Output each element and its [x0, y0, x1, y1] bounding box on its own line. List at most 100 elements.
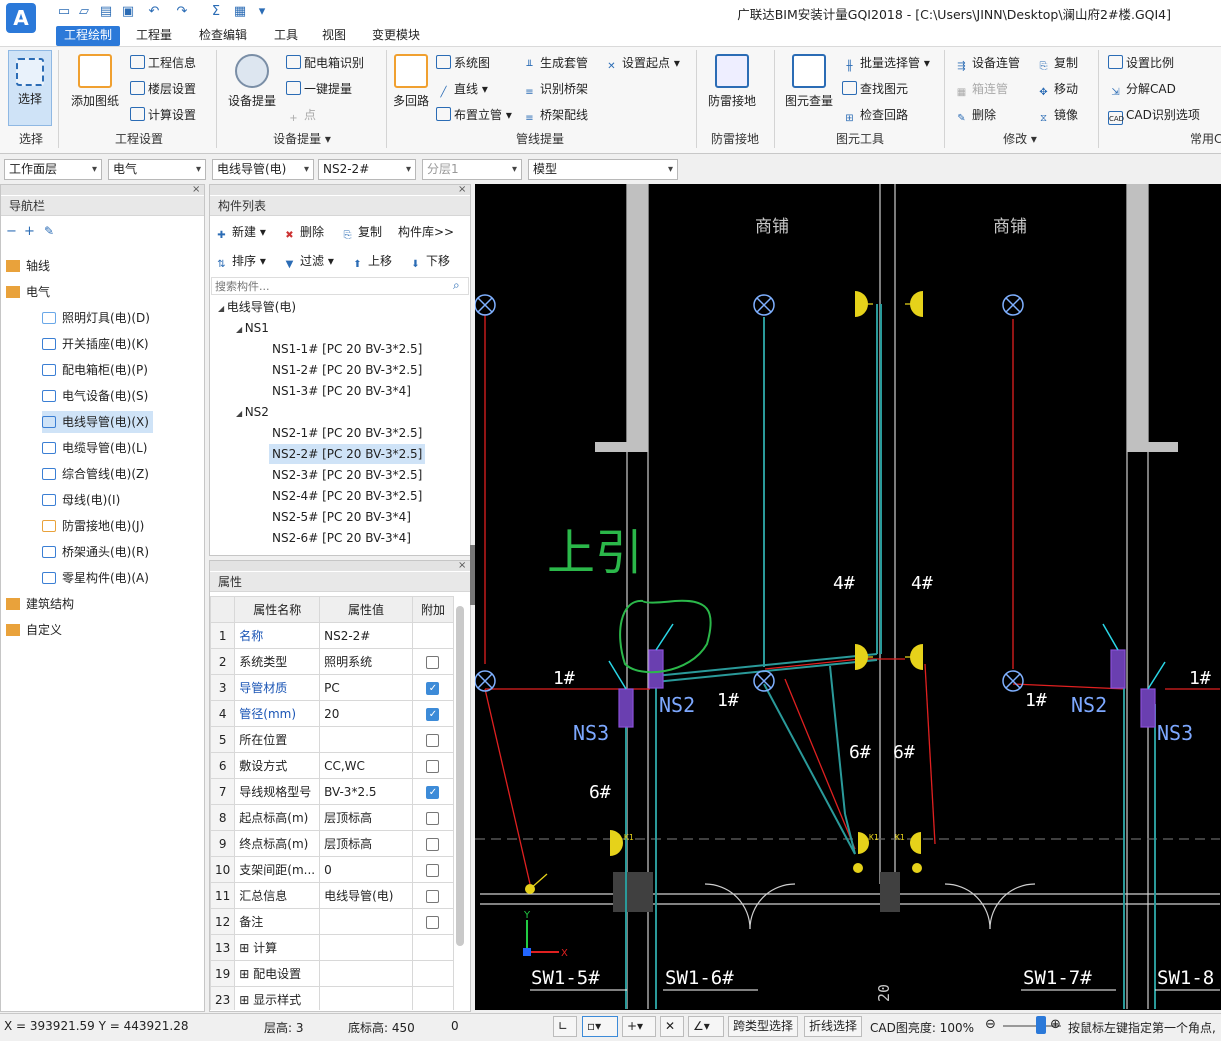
- space-select[interactable]: 模型: [528, 159, 678, 180]
- property-value[interactable]: 0: [319, 856, 413, 883]
- tab-change-module[interactable]: 变更模块: [364, 26, 428, 46]
- property-row[interactable]: 6 敷设方式 CC,WC: [210, 752, 454, 779]
- nav-item[interactable]: 电线导管(电)(X): [42, 411, 153, 433]
- component-tree-item[interactable]: NS2-6# [PC 20 BV-3*4]: [272, 528, 411, 548]
- properties-scrollbar[interactable]: [456, 606, 464, 946]
- property-value[interactable]: [319, 934, 413, 961]
- property-value[interactable]: 层顶标高: [319, 804, 413, 831]
- extra-checkbox[interactable]: ✓: [426, 681, 440, 695]
- component-tree-item[interactable]: ◢ NS2: [236, 402, 269, 422]
- nav-item[interactable]: 综合管线(电)(Z): [42, 463, 149, 485]
- project-info-button[interactable]: 工程信息: [130, 54, 196, 72]
- cross-icon[interactable]: ✕: [660, 1016, 684, 1037]
- move-button[interactable]: ✥ 移动: [1036, 80, 1078, 98]
- equip-extract-button[interactable]: 设备提量: [222, 54, 282, 109]
- property-value[interactable]: [319, 960, 413, 987]
- extra-checkbox[interactable]: [426, 655, 440, 669]
- extra-checkbox[interactable]: [426, 889, 440, 903]
- check-loop-button[interactable]: ⊞ 检查回路: [842, 106, 908, 124]
- cad-canvas[interactable]: 上引 商铺 商铺 NS2 NS3 NS2 NS3 1# 1# 1# 1# 4# …: [475, 184, 1221, 1010]
- extra-checkbox[interactable]: [426, 915, 440, 929]
- property-value[interactable]: BV-3*2.5: [319, 778, 413, 805]
- bim-icon[interactable]: ▣: [120, 4, 136, 20]
- extra-checkbox[interactable]: [426, 759, 440, 773]
- set-scale-button[interactable]: 设置比例: [1108, 54, 1174, 72]
- expand-all-icon[interactable]: +: [24, 224, 35, 239]
- component-tree-item[interactable]: NS1-1# [PC 20 BV-3*2.5]: [272, 339, 422, 359]
- quick-access-dropdown-icon[interactable]: ▾: [254, 4, 270, 20]
- property-row[interactable]: 8 起点标高(m) 层顶标高: [210, 804, 454, 831]
- snap-toggle-icon[interactable]: ▫▾: [582, 1016, 618, 1037]
- tab-check-edit[interactable]: 检查编辑: [191, 26, 255, 46]
- calc-settings-button[interactable]: 计算设置: [130, 106, 196, 124]
- sum-icon[interactable]: Σ: [208, 4, 224, 20]
- move-up-button[interactable]: ⬆ 上移: [350, 252, 392, 270]
- gen-sleeve-button[interactable]: ╨ 生成套管: [522, 54, 588, 72]
- delete-button[interactable]: ✎ 删除: [954, 106, 996, 124]
- expand-plus-icon[interactable]: ⊞: [239, 941, 253, 955]
- component-tree-item[interactable]: ◢ 电线导管(电): [218, 297, 296, 317]
- sort-button[interactable]: ⇅ 排序 ▾: [214, 252, 266, 270]
- split-cad-button[interactable]: ⇲ 分解CAD: [1108, 80, 1176, 98]
- component-tree-item[interactable]: NS1-2# [PC 20 BV-3*2.5]: [272, 360, 422, 380]
- add-drawing-button[interactable]: 添加图纸: [64, 54, 126, 109]
- nav-item[interactable]: 母线(电)(I): [42, 489, 120, 511]
- property-row[interactable]: 3 导管材质 PC ✓: [210, 674, 454, 701]
- expand-plus-icon[interactable]: ⊞: [239, 993, 253, 1007]
- copy-component-button[interactable]: ⎘ 复制: [340, 223, 383, 241]
- extra-checkbox[interactable]: [426, 733, 440, 747]
- redo-icon[interactable]: ↷: [174, 4, 190, 20]
- property-value[interactable]: 电线导管(电): [319, 882, 413, 909]
- tab-project-drawing[interactable]: 工程绘制: [56, 26, 121, 46]
- find-element-button[interactable]: 查找图元: [842, 80, 908, 98]
- properties-close-icon[interactable]: ×: [458, 560, 466, 571]
- property-row[interactable]: 10 支架间距(m... 0: [210, 856, 454, 883]
- point-snap-icon[interactable]: +▾: [622, 1016, 656, 1037]
- component-tree-item[interactable]: NS2-1# [PC 20 BV-3*2.5]: [272, 423, 422, 443]
- expand-arrow-icon[interactable]: ◢: [236, 409, 245, 418]
- property-row[interactable]: 9 终点标高(m) 层顶标高: [210, 830, 454, 857]
- property-value[interactable]: 20: [319, 700, 413, 727]
- nav-item[interactable]: 电缆导管(电)(L): [42, 437, 147, 459]
- nav-item[interactable]: 轴线: [6, 255, 50, 277]
- property-value[interactable]: [319, 908, 413, 935]
- property-row[interactable]: 1 名称 NS2-2#: [210, 622, 454, 649]
- search-icon[interactable]: ⌕: [453, 278, 460, 293]
- property-row[interactable]: 4 管径(mm) 20 ✓: [210, 700, 454, 727]
- filter-button[interactable]: ▼ 过滤 ▾: [282, 252, 334, 270]
- nav-close-icon[interactable]: ×: [192, 184, 200, 195]
- nav-item[interactable]: 开关插座(电)(K): [42, 333, 149, 355]
- property-value[interactable]: CC,WC: [319, 752, 413, 779]
- copy-button[interactable]: ⎘ 复制: [1036, 54, 1079, 72]
- property-value[interactable]: PC: [319, 674, 413, 701]
- equip-connect-button[interactable]: ⇶ 设备连管: [954, 54, 1020, 72]
- point-button[interactable]: + 点: [286, 106, 316, 124]
- property-row[interactable]: 23 ⊞ 显示样式: [210, 986, 454, 1010]
- ortho-toggle-icon[interactable]: ∟: [553, 1016, 577, 1037]
- element-query-button[interactable]: 图元查量: [780, 54, 838, 109]
- cross-type-select-button[interactable]: 跨类型选择: [728, 1016, 799, 1037]
- lightning-button[interactable]: 防雷接地: [702, 54, 762, 109]
- tab-tools[interactable]: 工具: [266, 26, 306, 46]
- straight-line-button[interactable]: ╱ 直线 ▾: [436, 80, 487, 98]
- box-recognize-button[interactable]: 配电箱识别: [286, 54, 364, 72]
- polyline-select-button[interactable]: 折线选择: [804, 1016, 863, 1037]
- nav-item[interactable]: 照明灯具(电)(D): [42, 307, 150, 329]
- extra-checkbox[interactable]: ✓: [426, 785, 440, 799]
- component-search-input[interactable]: [211, 277, 469, 295]
- extra-checkbox[interactable]: [426, 811, 440, 825]
- splitter-handle[interactable]: [470, 545, 475, 605]
- cad-drawing[interactable]: 上引 商铺 商铺 NS2 NS3 NS2 NS3 1# 1# 1# 1# 4# …: [475, 184, 1221, 1010]
- vertical-pipe-button[interactable]: 布置立管 ▾: [436, 106, 512, 124]
- component-tree-item[interactable]: ◢ NS1: [236, 318, 269, 338]
- nav-item[interactable]: 桥架通头(电)(R): [42, 541, 149, 563]
- extra-checkbox[interactable]: [426, 837, 440, 851]
- property-row[interactable]: 19 ⊞ 配电设置: [210, 960, 454, 987]
- batch-select-pipe-button[interactable]: ╫ 批量选择管 ▾: [842, 54, 929, 72]
- expand-arrow-icon[interactable]: ◢: [236, 325, 245, 334]
- brightness-minus-icon[interactable]: ⊖: [985, 1017, 996, 1032]
- tab-quantities[interactable]: 工程量: [128, 26, 180, 46]
- delete-component-button[interactable]: ✖ 删除: [282, 223, 324, 241]
- property-row[interactable]: 12 备注: [210, 908, 454, 935]
- nav-item[interactable]: 电气: [6, 281, 50, 303]
